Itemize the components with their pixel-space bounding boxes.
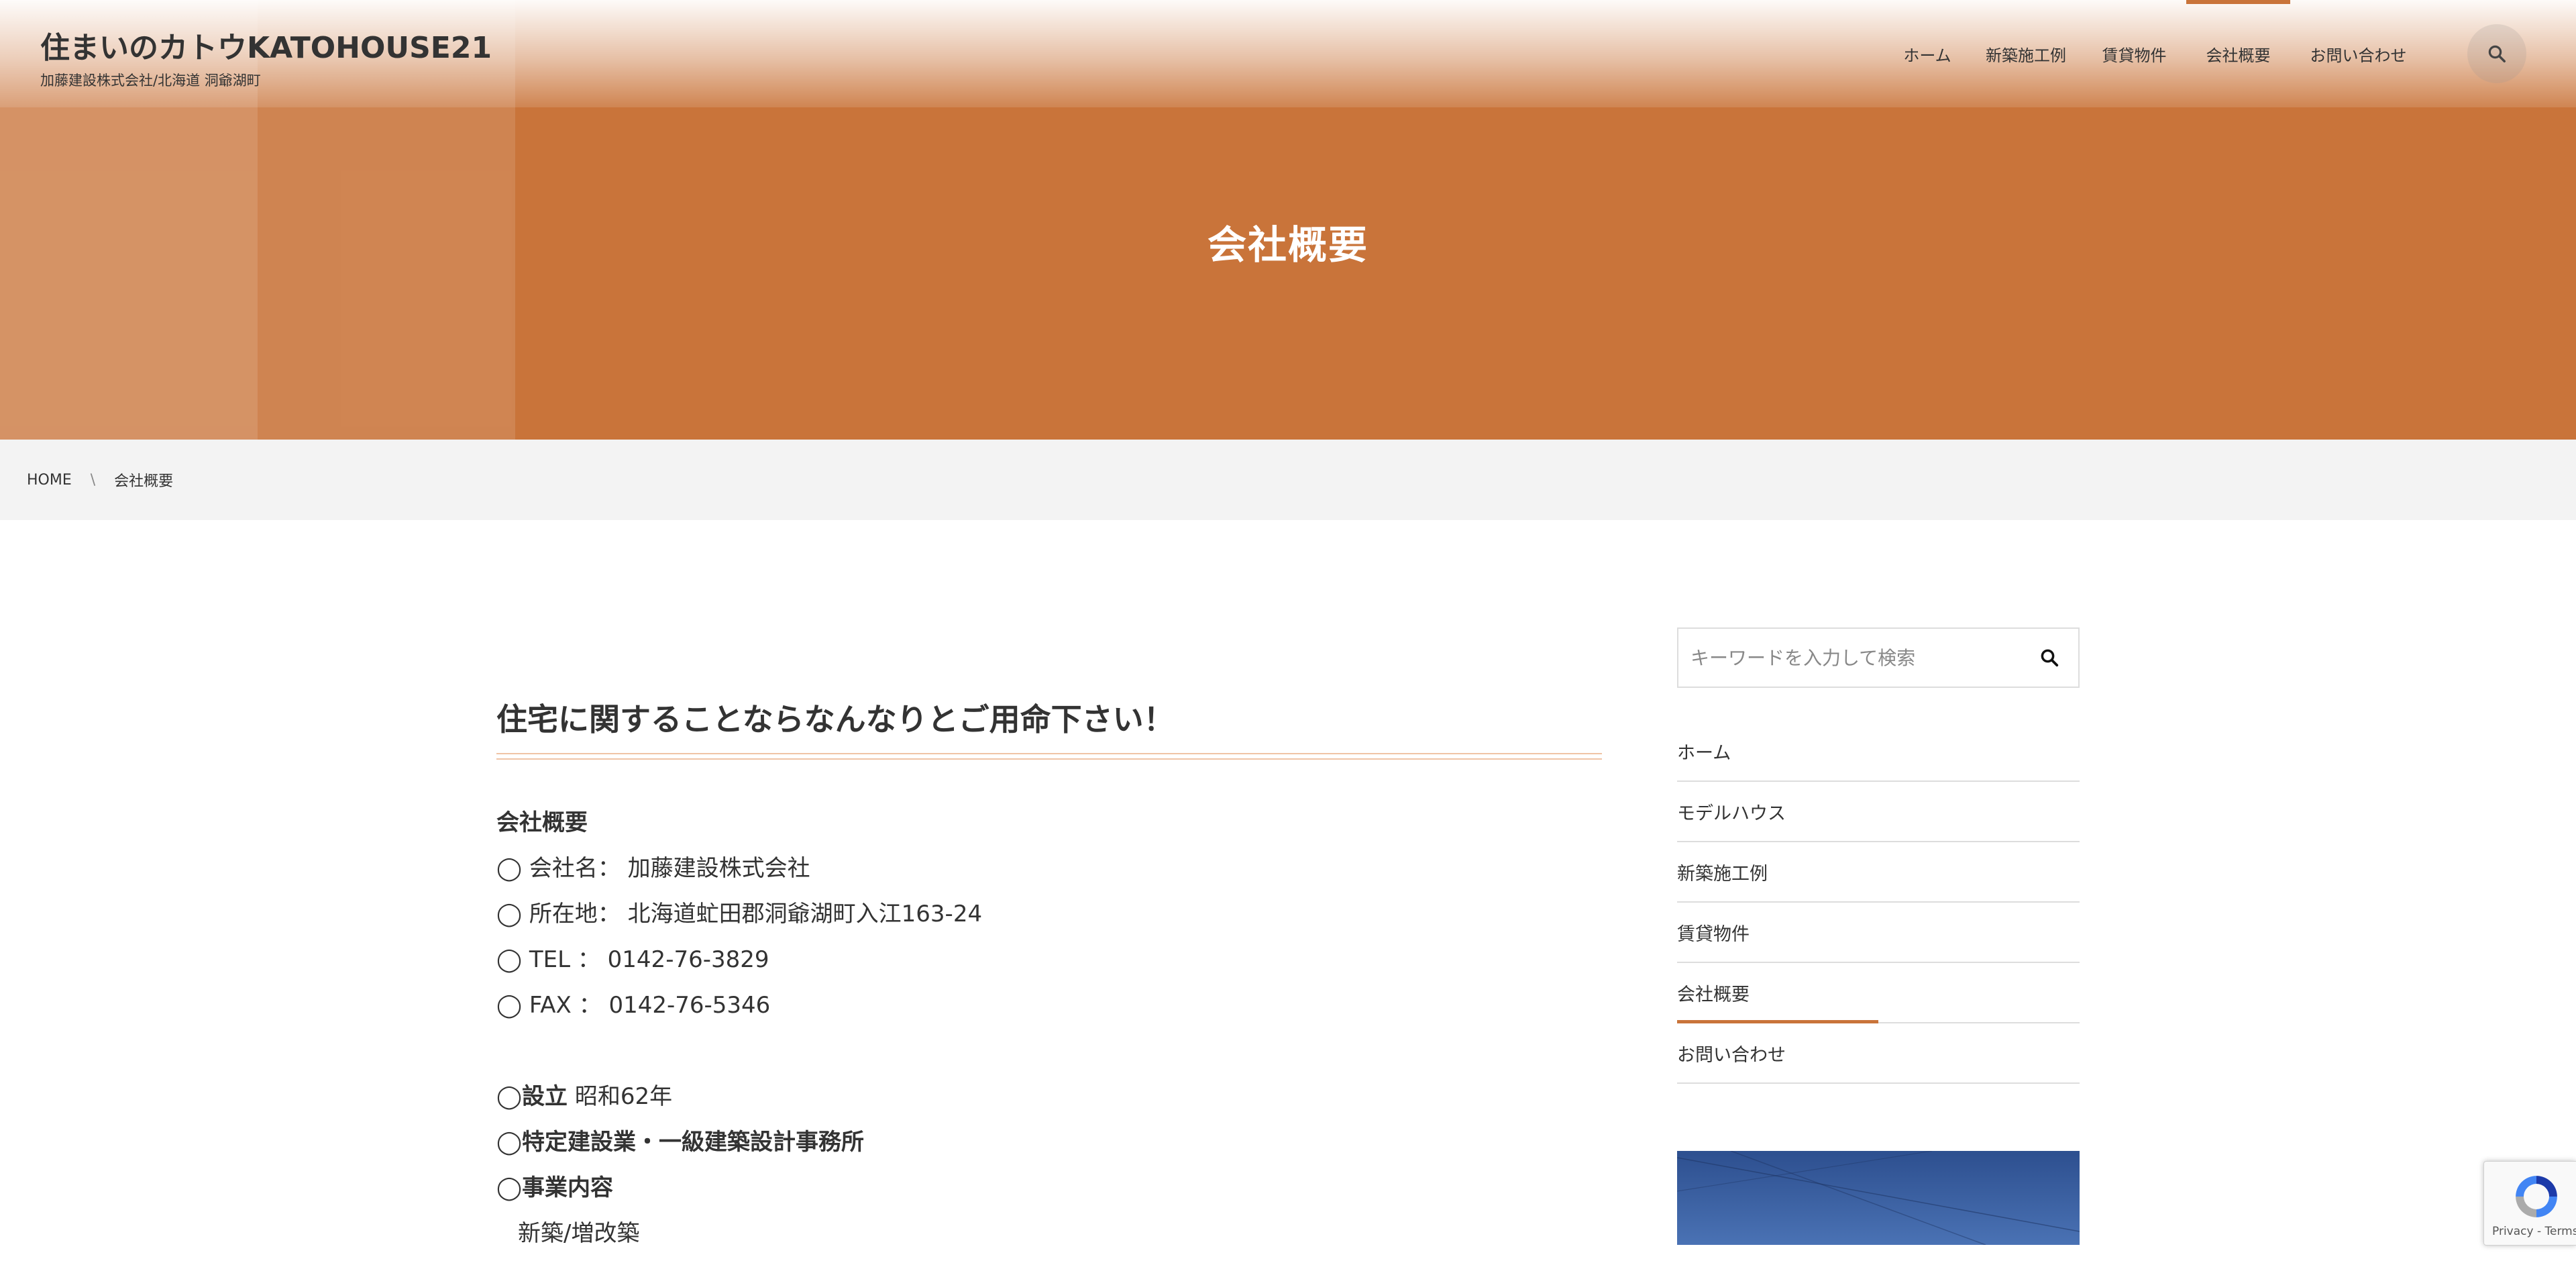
established-label: ◯設立 [496,1083,568,1110]
breadcrumb-home-link[interactable]: HOME [27,472,72,489]
sidebar-search [1677,627,2080,688]
nav-item-company[interactable]: 会社概要 [2186,0,2290,107]
sidebar-item-contact[interactable]: お問い合わせ [1677,1023,2080,1084]
search-icon [2041,649,2059,667]
company-tel: ◯ TEL ： 0142-76-3829 [496,946,769,973]
breadcrumb-separator: \ [90,471,96,489]
sidebar-banner-image[interactable] [1677,1151,2080,1245]
nav-item-contact[interactable]: お問い合わせ [2290,0,2426,107]
search-icon [2488,45,2506,62]
sidebar-item-model-house[interactable]: モデルハウス [1677,782,2080,842]
page-title: 会社概要 [1207,222,1368,268]
established-value: 昭和62年 [568,1083,673,1110]
company-fax: ◯ FAX ： 0142-76-5346 [496,992,771,1019]
recaptcha-icon [2516,1176,2557,1217]
breadcrumb-current: 会社概要 [114,473,174,490]
nav-item-new-construction[interactable]: 新築施工例 [1970,0,2082,107]
recaptcha-links[interactable]: Privacy - Terms [2492,1225,2576,1238]
business-label: ◯事業内容 [496,1174,614,1201]
established-row: ◯設立 昭和62年 [496,1074,1602,1119]
company-name: ◯ 会社名： 加藤建設株式会社 [496,855,810,882]
sidebar-item-rental[interactable]: 賃貸物件 [1677,903,2080,963]
main-content: 住宅に関することならなんなりとご用命下さい！ 会社概要 ◯ 会社名： 加藤建設株… [496,698,1602,1256]
nav-item-home[interactable]: ホーム [1885,0,1970,107]
sidebar-search-input[interactable] [1678,629,2021,687]
section-title: 会社概要 [496,809,588,836]
breadcrumb: HOME \ 会社概要 [27,440,173,520]
heading-divider [496,753,1602,760]
breadcrumb-bar: HOME \ 会社概要 [0,440,2576,520]
business-item: 新築/増改築 [518,1220,640,1247]
header-search-button[interactable] [2467,24,2526,83]
content-heading: 住宅に関することならなんなりとご用命下さい！ [496,701,1175,738]
sidebar-search-button[interactable] [2021,629,2078,687]
company-info: 会社概要 ◯ 会社名： 加藤建設株式会社 ◯ 所在地： 北海道虻田郡洞爺湖町入江… [496,800,1602,1256]
company-address: ◯ 所在地： 北海道虻田郡洞爺湖町入江163-24 [496,901,983,927]
sidebar-item-new-construction[interactable]: 新築施工例 [1677,842,2080,903]
global-nav: ホーム 新築施工例 賃貸物件 会社概要 お問い合わせ [1885,0,2426,107]
sidebar: ホーム モデルハウス 新築施工例 賃貸物件 会社概要 お問い合わせ [1677,627,2080,1245]
license-info: ◯特定建設業・一級建築設計事務所 [496,1129,865,1156]
sidebar-item-company[interactable]: 会社概要 [1677,963,2080,1023]
site-tagline: 加藤建設株式会社/北海道 洞爺湖町 [40,72,261,89]
sidebar-nav: ホーム モデルハウス 新築施工例 賃貸物件 会社概要 お問い合わせ [1677,721,2080,1084]
sidebar-item-home[interactable]: ホーム [1677,721,2080,782]
site-title[interactable]: 住まいのカトウKATOHOUSE21 [40,30,492,67]
nav-item-rental[interactable]: 賃貸物件 [2082,0,2186,107]
recaptcha-badge[interactable]: Privacy - Terms [2483,1161,2576,1246]
